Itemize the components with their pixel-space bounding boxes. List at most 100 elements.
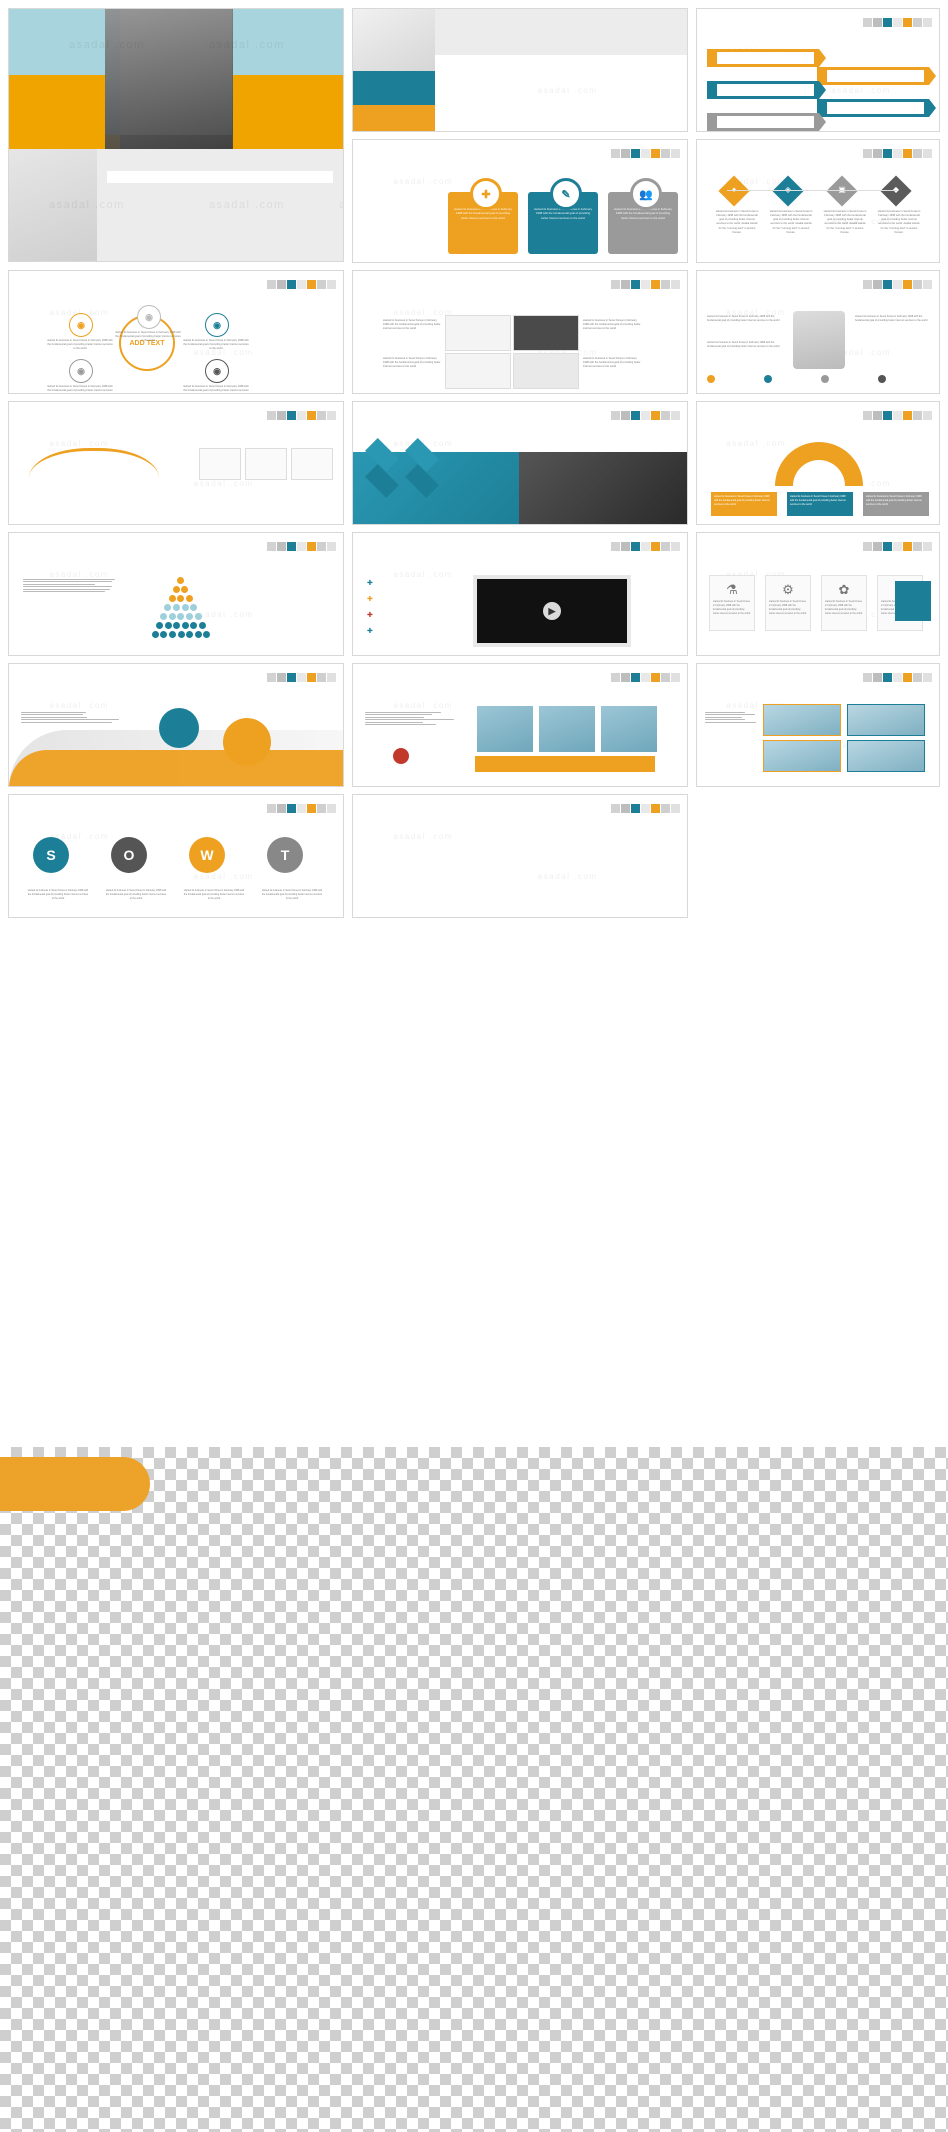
logo-chip	[859, 542, 932, 551]
logo-chip-cell	[641, 280, 650, 289]
logo-chip-cell	[883, 280, 892, 289]
negative-panel	[519, 452, 687, 524]
text-line	[23, 586, 112, 587]
doctor-text-block: started its business in Seoul Korea in F…	[707, 315, 781, 323]
logo-chip-cell	[893, 149, 902, 158]
timeline-arrow	[707, 81, 819, 99]
logo-chip	[607, 149, 680, 158]
logo-chip-cell	[671, 149, 680, 158]
doctor-text-block: started its business in Seoul Korea in F…	[707, 341, 781, 349]
hero-slide: asadal .comasadal .comasadal .comasadal …	[8, 8, 344, 262]
text-line	[21, 712, 86, 713]
text-line	[365, 724, 436, 725]
trio-caption-bar	[475, 756, 655, 772]
logo-chip-cell	[621, 411, 630, 420]
logo-chip-cell	[873, 673, 882, 682]
logo-chip-cell	[297, 804, 306, 813]
logo-chip	[607, 411, 680, 420]
text-line	[23, 581, 112, 582]
fan-footer-box: started its business in Seoul Korea in F…	[787, 492, 853, 516]
logo-chip-cell	[287, 542, 296, 551]
watermark: asadal .com	[49, 439, 109, 448]
pyramid-dot	[164, 604, 171, 611]
wave-shape-orange	[9, 750, 344, 787]
pyramid-dot	[173, 604, 180, 611]
text-line	[705, 712, 745, 713]
logo-chip-cell	[621, 804, 630, 813]
hero-photo-cell-8	[233, 75, 344, 151]
doctor-text-block: started its business in Seoul Korea in F…	[855, 315, 929, 323]
watermark: asadal .com	[538, 872, 598, 881]
contents-item	[471, 85, 681, 88]
pyramid-dot	[165, 622, 172, 629]
logo-chip-cell	[611, 542, 620, 551]
png-image-section	[0, 1447, 948, 2132]
watermark: asadal .com	[194, 872, 254, 881]
bulb-body: started its business in Seoul Korea in F…	[105, 889, 167, 901]
value-cell	[878, 375, 931, 383]
video-check-row[interactable]: ✚	[367, 579, 377, 587]
logo-chip-cell	[903, 149, 912, 158]
logo-chip-cell	[873, 411, 882, 420]
logo-chip-cell	[277, 411, 286, 420]
text-line	[21, 717, 87, 718]
diamond-body: started its business in Seoul Korea in F…	[769, 210, 813, 235]
diamond-icon: ◆	[889, 185, 903, 197]
logo-chip	[859, 149, 932, 158]
trio-photo	[599, 704, 659, 754]
num-box-body: started its business in Seoul Korea in F…	[583, 357, 641, 369]
text-line	[705, 719, 745, 720]
logo-chip-cell	[611, 149, 620, 158]
logo-chip-cell	[267, 411, 276, 420]
trio-photo	[537, 704, 597, 754]
text-line	[23, 584, 95, 585]
slide-positive-negative: asadal .comasadal .com	[352, 401, 688, 525]
logo-chip-cell	[883, 149, 892, 158]
equation-card: ⚙ started its business in Seoul Korea in …	[765, 575, 811, 631]
hero-caption-photo	[9, 149, 97, 261]
network-node-body: started its business in Seoul Korea in F…	[115, 331, 181, 343]
logo-chip	[607, 804, 680, 813]
network-node: ◉	[205, 313, 229, 337]
logo-chip	[263, 804, 336, 813]
step-icon-circle: ✎	[550, 178, 582, 210]
fan-footer-body: started its business in Seoul Korea in F…	[787, 492, 853, 510]
profit-curve	[29, 448, 159, 485]
logo-chip-cell	[297, 411, 306, 420]
value-swatch	[707, 375, 715, 383]
play-button[interactable]: ▶	[543, 602, 561, 620]
logo-chip-cell	[631, 280, 640, 289]
equation-icon: ⚗	[710, 582, 754, 598]
value-cell	[707, 375, 760, 383]
logo-chip-cell	[267, 280, 276, 289]
logo-chip-cell	[297, 542, 306, 551]
pyramid-dot	[203, 631, 210, 638]
logo-chip-cell	[913, 18, 922, 27]
pyramid-dot	[186, 595, 193, 602]
logo-chip-cell	[327, 542, 336, 551]
logo-chip-cell	[611, 280, 620, 289]
video-check-row[interactable]: ✚	[367, 611, 377, 619]
png-image-badge	[0, 1457, 150, 1511]
logo-chip-cell	[307, 673, 316, 682]
timeline-arrow	[817, 67, 929, 85]
slide-equation: asadal .comasadal .com⚗started its busin…	[696, 532, 940, 656]
watermark: asadal .com	[726, 439, 786, 448]
hero-body	[107, 171, 333, 183]
bulb-circle: S	[33, 837, 69, 873]
logo-chip	[859, 673, 932, 682]
diamond-body: started its business in Seoul Korea in F…	[877, 210, 921, 235]
logo-chip-cell	[631, 673, 640, 682]
slide-photo-quad: asadal .comasadal .com	[696, 663, 940, 787]
network-node: ◉	[137, 305, 161, 329]
video-check-row[interactable]: ✚	[367, 595, 377, 603]
trio-photo	[475, 704, 535, 754]
logo-chip-cell	[651, 411, 660, 420]
value-swatch	[821, 375, 829, 383]
timeline-textbox	[717, 84, 814, 96]
logo-chip-cell	[873, 149, 882, 158]
pyramid-dot	[195, 631, 202, 638]
network-node-body: started its business in Seoul Korea in F…	[47, 385, 113, 394]
video-check-row[interactable]: ✚	[367, 627, 377, 635]
check-icon: ✚	[367, 611, 373, 619]
